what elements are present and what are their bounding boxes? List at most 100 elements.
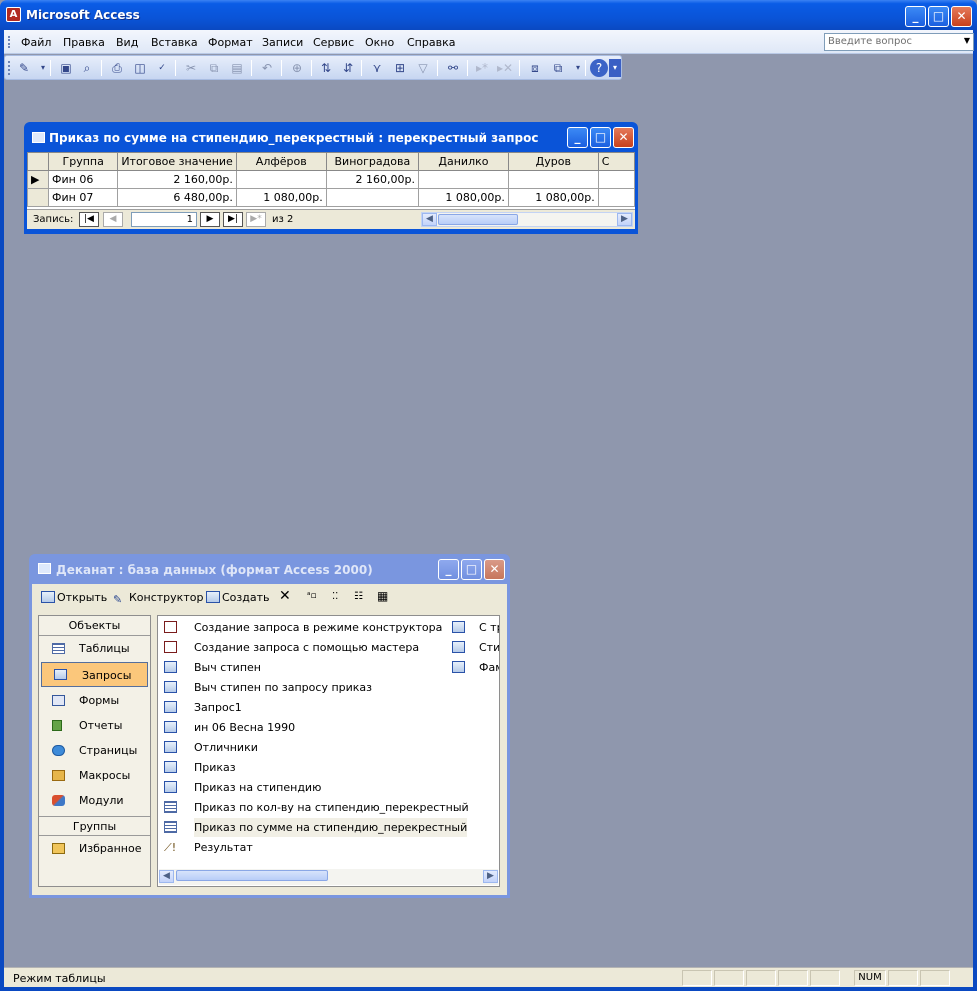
table-cell[interactable] [418,170,509,189]
toolbar-grip[interactable] [8,61,11,75]
column-header[interactable]: Дуров [507,152,599,171]
copy-icon[interactable]: ⧉ [205,59,223,77]
maximize-button[interactable]: □ [928,6,949,27]
new-object-icon[interactable]: ⧉ [549,59,567,77]
search-icon[interactable]: ⌕ [78,59,96,77]
next-record-button[interactable]: ▶ [200,212,220,227]
cut-icon[interactable]: ✂ [182,59,200,77]
scroll-right-icon[interactable]: ▶ [483,870,498,883]
print-icon[interactable]: ⎙ [108,59,126,77]
database-window-titlebar[interactable]: Деканат : база данных (формат Access 200… [32,554,507,584]
menu-tools[interactable]: Сервис [313,36,354,49]
print-preview-icon[interactable]: ◫ [131,59,149,77]
filter-by-selection-icon[interactable]: ⋎ [368,59,386,77]
object-macros[interactable]: Макросы [39,763,150,788]
create-button[interactable]: Создать [206,591,270,604]
menu-format[interactable]: Формат [208,36,253,49]
previous-record-button[interactable]: ◀ [103,212,123,227]
last-record-button[interactable]: ▶| [223,212,243,227]
table-cell[interactable] [597,188,635,207]
minimize-button[interactable]: _ [567,127,588,148]
new-record-button[interactable]: ▶* [246,212,266,227]
large-icons-view-icon[interactable]: ᵃ▫ [307,591,317,601]
column-header[interactable]: С [597,152,635,171]
design-button[interactable]: ✎ Конструктор [113,591,203,606]
first-record-button[interactable]: |◀ [79,212,99,227]
record-selector[interactable]: ▶ [27,170,50,189]
menu-edit[interactable]: Правка [63,36,105,49]
table-cell[interactable] [597,170,635,189]
insert-hyperlink-icon[interactable]: ⊕ [288,59,306,77]
new-record-icon[interactable]: ▸* [473,59,491,77]
table-cell[interactable] [507,170,599,189]
table-row[interactable]: ▶ Фин 06 2 160,00р. 2 160,00р. [27,170,635,189]
column-header[interactable]: Алфёров [235,152,327,171]
table-cell[interactable]: 2 160,00р. [117,170,237,189]
scroll-left-icon[interactable]: ◀ [159,870,174,883]
object-forms[interactable]: Формы [39,688,150,713]
horizontal-scrollbar[interactable]: ◀ ▶ [159,869,498,885]
object-reports[interactable]: Отчеты [39,713,150,738]
menu-insert[interactable]: Вставка [151,36,198,49]
scroll-left-icon[interactable]: ◀ [422,213,437,226]
menu-grip[interactable] [8,36,11,48]
paste-icon[interactable]: ▤ [228,59,246,77]
object-modules[interactable]: Модули [39,788,150,813]
groups-header[interactable]: Группы [39,816,150,836]
table-cell[interactable]: 1 080,00р. [235,188,327,207]
close-button[interactable]: ✕ [951,6,972,27]
close-button[interactable]: ✕ [484,559,505,580]
menu-help[interactable]: Справка [407,36,455,49]
minimize-button[interactable]: _ [438,559,459,580]
delete-icon[interactable]: ✕ [279,588,291,604]
maximize-button[interactable]: □ [461,559,482,580]
object-pages[interactable]: Страницы [39,738,150,763]
table-cell[interactable] [235,170,327,189]
query-window-titlebar[interactable]: Приказ по сумме на стипендию_перекрестны… [27,122,635,152]
chevron-down-icon[interactable]: ▼ [964,36,970,45]
sort-ascending-icon[interactable]: ⇅ [317,59,335,77]
table-cell[interactable]: Фин 07 [48,188,119,207]
help-icon[interactable]: ? [590,59,608,77]
details-view-icon[interactable]: ▦ [377,589,388,603]
objects-header[interactable]: Объекты [39,616,150,636]
toolbar-options-icon[interactable]: ▾ [609,59,621,77]
access-app-icon[interactable]: A [6,7,21,22]
save-icon[interactable]: ▣ [57,59,75,77]
small-icons-view-icon[interactable]: ⁚⁚ [332,591,338,602]
record-selector[interactable] [27,188,50,207]
list-view-icon[interactable]: ☷ [354,591,363,602]
maximize-button[interactable]: □ [590,127,611,148]
open-button[interactable]: Открыть [41,591,107,604]
query-icon[interactable] [32,132,45,143]
spelling-icon[interactable]: ✓ [153,59,171,77]
view-design-icon[interactable]: ✎ [15,59,33,77]
object-tables[interactable]: Таблицы [39,636,150,661]
horizontal-scrollbar[interactable]: ◀ ▶ [421,212,633,227]
delete-record-icon[interactable]: ▸✕ [496,59,514,77]
sort-descending-icon[interactable]: ⇵ [339,59,357,77]
database-icon[interactable] [38,563,51,574]
menu-records[interactable]: Записи [262,36,303,49]
object-queries[interactable]: Запросы [41,662,148,687]
column-header[interactable]: Группа [48,152,119,171]
scroll-thumb[interactable] [176,870,328,881]
table-cell[interactable]: 6 480,00р. [117,188,237,207]
column-header[interactable]: Виноградова [325,152,420,171]
menu-window[interactable]: Окно [365,36,394,49]
group-favorites[interactable]: Избранное [39,836,150,861]
menu-file[interactable]: Файл [21,36,51,49]
select-all-cell[interactable] [27,152,50,171]
menu-view[interactable]: Вид [116,36,138,49]
table-cell[interactable]: 2 160,00р. [325,170,420,189]
table-row[interactable]: Фин 07 6 480,00р. 1 080,00р. 1 080,00р. … [27,188,635,207]
table-cell[interactable]: 1 080,00р. [418,188,509,207]
table-cell[interactable]: 1 080,00р. [507,188,599,207]
current-record-field[interactable]: 1 [131,212,197,227]
filter-by-form-icon[interactable]: ⊞ [391,59,409,77]
undo-icon[interactable]: ↶ [258,59,276,77]
scroll-track[interactable] [176,870,328,885]
close-button[interactable]: ✕ [613,127,634,148]
minimize-button[interactable]: _ [905,6,926,27]
apply-filter-icon[interactable]: ▽ [414,59,432,77]
